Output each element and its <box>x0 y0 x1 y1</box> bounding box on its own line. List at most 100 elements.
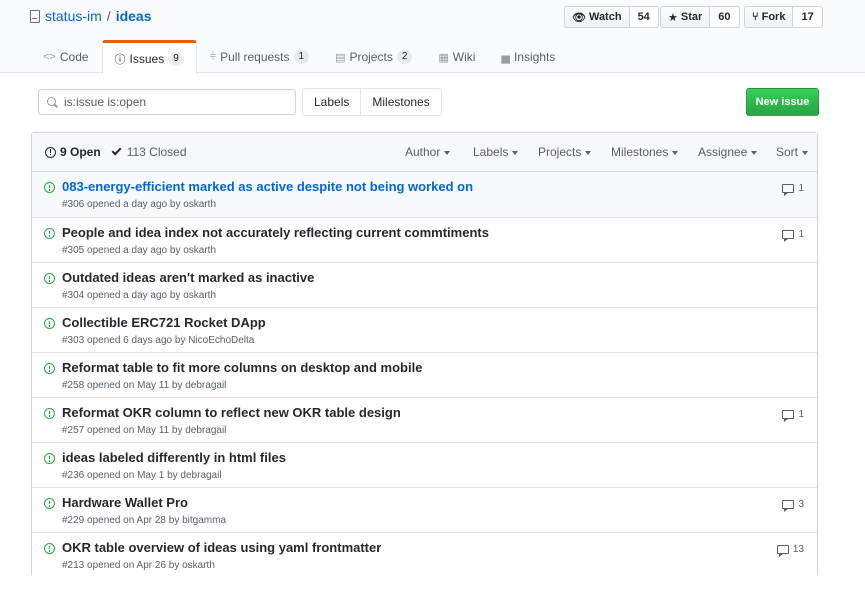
comment-count: 1 <box>798 229 804 240</box>
issue-row[interactable]: Collectible ERC721 Rocket DApp #303 open… <box>32 307 817 352</box>
check-icon <box>111 145 122 156</box>
issue-title[interactable]: 083-energy-efficient marked as active de… <box>62 179 473 194</box>
tab-issues-label: Issues <box>129 51 165 66</box>
issue-opened-icon <box>44 182 55 193</box>
tab-code[interactable]: <> Code <box>30 40 102 73</box>
issue-meta: #303 opened 6 days ago by NicoEchoDelta <box>62 335 255 346</box>
issue-row[interactable]: Reformat OKR column to reflect new OKR t… <box>32 397 817 442</box>
issue-opened-icon <box>44 228 55 239</box>
comment-icon <box>782 184 795 196</box>
issue-meta: #236 opened on May 1 by debragail <box>62 470 222 481</box>
fork-count[interactable]: 17 <box>793 6 823 28</box>
issue-meta: #213 opened on Apr 26 by oskarth <box>62 560 215 571</box>
milestones-filter-label: Milestones <box>611 145 669 159</box>
labels-filter[interactable]: Labels <box>473 145 519 159</box>
issue-title[interactable]: Outdated ideas aren't marked as inactive <box>62 270 314 285</box>
issue-title[interactable]: Reformat table to fit more columns on de… <box>62 360 422 375</box>
issue-opened-icon <box>44 543 55 554</box>
repo-owner-link[interactable]: status-im <box>45 8 102 24</box>
issue-title[interactable]: OKR table overview of ideas using yaml f… <box>62 540 381 555</box>
issue-row[interactable]: People and idea index not accurately ref… <box>32 217 817 262</box>
open-filter[interactable]: 9 Open <box>45 145 101 159</box>
issue-meta: #258 opened on May 11 by debragail <box>62 380 227 391</box>
subnav-links: Labels Milestones <box>302 88 442 116</box>
issue-title[interactable]: Hardware Wallet Pro <box>62 495 188 510</box>
pull-request-icon: ⫩ <box>209 50 217 63</box>
assignee-filter[interactable]: Assignee <box>698 145 758 159</box>
repo-title: status-im / ideas <box>30 8 152 24</box>
repo-name-link[interactable]: ideas <box>116 8 152 24</box>
issue-row[interactable]: Hardware Wallet Pro #229 opened on Apr 2… <box>32 487 817 532</box>
fork-icon: ⑂ <box>752 11 759 23</box>
watch-group: 👁︎ Watch 54 <box>564 6 659 28</box>
watch-count[interactable]: 54 <box>629 6 659 28</box>
issue-comments[interactable]: 1 <box>782 409 804 422</box>
fork-group: ⑂ Fork 17 <box>744 6 823 28</box>
tab-insights[interactable]: ▅ Insights <box>488 40 568 73</box>
issue-row[interactable]: 083-energy-efficient marked as active de… <box>32 172 817 217</box>
projects-filter[interactable]: Projects <box>538 145 592 159</box>
tab-projects[interactable]: ▤ Projects 2 <box>322 40 425 73</box>
milestones-link[interactable]: Milestones <box>361 88 442 116</box>
issue-title[interactable]: ideas labeled differently in html files <box>62 450 286 465</box>
open-count: 9 Open <box>60 145 101 159</box>
issue-title[interactable]: Collectible ERC721 Rocket DApp <box>62 315 266 330</box>
issue-comments[interactable]: 1 <box>782 229 804 242</box>
issues-list: 9 Open 113 Closed Author Labels Projects… <box>31 132 818 577</box>
comment-count: 13 <box>792 544 804 555</box>
tab-pull-requests-label: Pull requests <box>220 50 290 64</box>
tab-issues[interactable]: ⓘ Issues 9 <box>101 40 197 74</box>
issue-opened-icon <box>44 453 55 464</box>
issue-comments[interactable]: 13 <box>776 544 804 557</box>
assignee-filter-label: Assignee <box>698 145 748 159</box>
tab-insights-label: Insights <box>513 50 556 64</box>
tab-wiki[interactable]: ▦ Wiki <box>425 40 488 73</box>
issue-title[interactable]: Reformat OKR column to reflect new OKR t… <box>62 405 401 420</box>
issue-meta: #304 opened a day ago by oskarth <box>62 290 217 301</box>
comment-icon <box>782 230 795 242</box>
comment-count: 1 <box>798 409 804 420</box>
issue-opened-icon <box>44 408 55 419</box>
issue-comments[interactable]: 3 <box>782 499 804 512</box>
author-filter[interactable]: Author <box>405 145 451 159</box>
author-filter-label: Author <box>405 145 441 159</box>
issue-meta: #305 opened a day ago by oskarth <box>62 245 217 256</box>
code-icon: <> <box>43 51 56 63</box>
star-count[interactable]: 60 <box>710 6 740 28</box>
issue-row[interactable]: Outdated ideas aren't marked as inactive… <box>32 262 817 307</box>
project-icon: ▤ <box>335 51 346 64</box>
tab-issues-counter: 9 <box>168 51 184 66</box>
issue-icon: ⓘ <box>114 53 126 66</box>
issue-search[interactable] <box>38 89 296 115</box>
issue-row[interactable]: Reformat table to fit more columns on de… <box>32 352 817 397</box>
fork-button[interactable]: ⑂ Fork <box>744 6 794 28</box>
issue-comments[interactable]: 1 <box>782 183 804 196</box>
issue-opened-icon <box>45 146 56 158</box>
fork-label: Fork <box>761 11 786 23</box>
milestones-filter[interactable]: Milestones <box>611 145 679 159</box>
new-issue-button[interactable]: New issue <box>746 88 819 116</box>
star-icon: ★ <box>668 11 678 24</box>
repo-header: status-im / ideas 👁︎ Watch 54 ★ Star 60 ⑂ F… <box>0 0 865 74</box>
search-input[interactable] <box>64 95 284 109</box>
path-separator: / <box>106 8 111 24</box>
closed-filter[interactable]: 113 Closed <box>111 145 187 159</box>
caret-down-icon <box>751 150 758 155</box>
caret-down-icon <box>512 150 519 155</box>
issue-row[interactable]: OKR table overview of ideas using yaml f… <box>32 532 817 577</box>
sort-filter[interactable]: Sort <box>776 145 809 159</box>
caret-down-icon <box>444 150 451 155</box>
issue-opened-icon <box>44 363 55 374</box>
tab-pull-requests[interactable]: ⫩ Pull requests 1 <box>197 40 322 73</box>
tab-wiki-label: Wiki <box>452 50 476 64</box>
labels-link[interactable]: Labels <box>302 88 362 116</box>
watch-button[interactable]: 👁︎ Watch <box>564 6 630 28</box>
issue-title[interactable]: People and idea index not accurately ref… <box>62 225 489 240</box>
tab-pull-requests-counter: 1 <box>293 50 310 64</box>
issue-row[interactable]: ideas labeled differently in html files … <box>32 442 817 487</box>
star-button[interactable]: ★ Star <box>660 6 711 28</box>
issue-meta: #257 opened on May 11 by debragail <box>62 425 227 436</box>
caret-down-icon <box>672 150 679 155</box>
issue-states: 9 Open 113 Closed <box>45 145 187 159</box>
projects-filter-label: Projects <box>538 145 582 159</box>
